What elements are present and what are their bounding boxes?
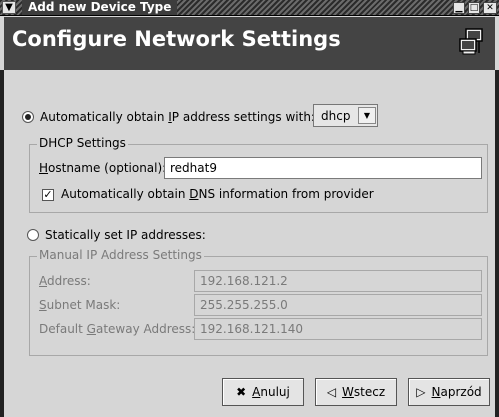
- address-input[interactable]: 192.168.121.2: [194, 270, 482, 292]
- address-label: Address:: [39, 274, 91, 288]
- minimize-icon: ▁: [455, 3, 463, 13]
- window-menu-button[interactable]: ▼: [2, 1, 16, 14]
- subnet-mask-label: Subnet Mask:: [39, 298, 121, 312]
- back-button[interactable]: ◁ Wstecz: [315, 378, 397, 406]
- manual-ip-title: Manual IP Address Settings: [37, 248, 204, 262]
- cancel-x-icon: ✖: [236, 385, 247, 399]
- network-computers-icon: [459, 28, 483, 55]
- ip-method-select[interactable]: dhcp ▼: [313, 104, 378, 127]
- window-border-right: [495, 70, 499, 417]
- next-button-label: Naprzód: [431, 385, 482, 399]
- forward-arrow-icon: ▷: [416, 385, 426, 399]
- title-bar: ▼ Add new Device Type ▁ □ ✕: [0, 0, 499, 16]
- chevron-down-icon[interactable]: ▼: [358, 107, 376, 124]
- gateway-label: Default Gateway Address:: [39, 322, 196, 336]
- auto-ip-radio-option[interactable]: Automatically obtain IP address settings…: [22, 110, 315, 124]
- static-ip-radio-option[interactable]: Statically set IP addresses:: [27, 228, 206, 242]
- subnet-mask-input[interactable]: 255.255.255.0: [194, 294, 482, 316]
- page-title: Configure Network Settings: [12, 27, 341, 51]
- maximize-button[interactable]: □: [468, 2, 480, 14]
- ip-method-value: dhcp: [321, 108, 351, 123]
- window-title: Add new Device Type: [22, 0, 178, 15]
- hostname-label: Hostname (optional):: [39, 161, 167, 175]
- dns-checkbox[interactable]: ✓: [42, 189, 54, 201]
- chevron-down-icon: ▼: [5, 2, 13, 13]
- header-banner: Configure Network Settings: [4, 17, 495, 70]
- dns-checkbox-label: Automatically obtain DNS information fro…: [61, 187, 374, 201]
- auto-ip-label: Automatically obtain IP address settings…: [40, 110, 315, 124]
- minimize-button[interactable]: ▁: [453, 2, 465, 14]
- cancel-button-label: Anuluj: [252, 385, 290, 399]
- static-ip-label: Statically set IP addresses:: [45, 228, 206, 242]
- maximize-icon: □: [469, 3, 479, 13]
- close-button[interactable]: ✕: [483, 2, 497, 14]
- close-icon: ✕: [486, 3, 494, 13]
- dhcp-settings-title: DHCP Settings: [37, 136, 128, 150]
- next-button[interactable]: ▷ Naprzód: [408, 378, 490, 406]
- cancel-button[interactable]: ✖ Anuluj: [222, 378, 304, 406]
- auto-ip-radio[interactable]: [22, 111, 34, 123]
- static-ip-radio[interactable]: [27, 229, 39, 241]
- hostname-input[interactable]: redhat9: [164, 157, 482, 179]
- gateway-input[interactable]: 192.168.121.140: [194, 318, 482, 340]
- back-arrow-icon: ◁: [326, 385, 337, 399]
- window-border-left: [0, 70, 4, 417]
- back-button-label: Wstecz: [342, 385, 386, 399]
